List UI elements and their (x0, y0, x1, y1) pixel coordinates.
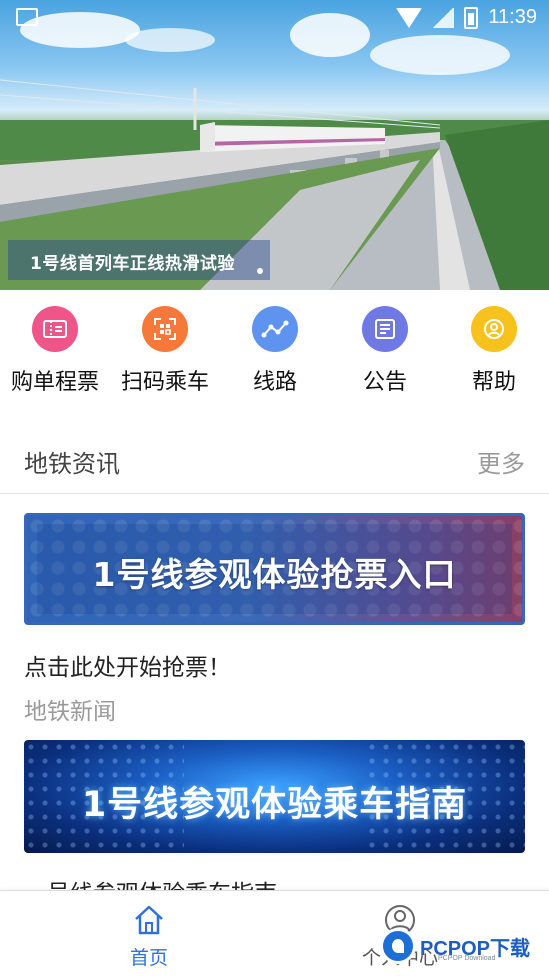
qr-scan-icon (142, 306, 188, 352)
action-label: 扫码乘车 (120, 370, 209, 395)
watermark: PCPOP下载 PCPOP Download (380, 928, 545, 970)
notice-button[interactable]: 公告 (330, 296, 440, 406)
news-image-headline: 1号线参观体验抢票入口 (92, 555, 457, 594)
route-button[interactable]: 线路 (220, 296, 330, 406)
quick-actions-row: 购单程票 扫码乘车 线路 公告 帮助 (0, 296, 549, 406)
help-button[interactable]: 帮助 (439, 296, 549, 406)
watermark-subtext: PCPOP Download (438, 955, 496, 962)
action-label: 购单程票 (10, 370, 99, 395)
news-section-header: 地铁资讯 更多 (0, 432, 549, 494)
ticket-icon (32, 306, 78, 352)
section-title: 地铁资讯 (24, 450, 120, 478)
image-notification-icon (16, 8, 38, 26)
carousel-indicator[interactable] (257, 268, 263, 274)
hero-banner[interactable]: 11:39 1号线首列车正线热滑试验 (0, 0, 549, 290)
scan-qr-button[interactable]: 扫码乘车 (110, 296, 220, 406)
action-label: 线路 (252, 370, 297, 395)
more-link[interactable]: 更多 (477, 444, 525, 479)
battery-icon (464, 6, 479, 29)
route-icon (252, 306, 298, 352)
news-title[interactable]: 点击此处开始抢票！ (24, 648, 231, 682)
news-category: 地铁新闻 (24, 699, 116, 725)
tab-label: 首页 (129, 947, 168, 969)
action-label: 公告 (362, 370, 407, 395)
help-icon (471, 306, 517, 352)
news-image-ticket-entry[interactable]: 1号线参观体验抢票入口 (24, 513, 525, 625)
tab-home[interactable]: 首页 (74, 891, 224, 976)
watermark-logo-icon (380, 928, 416, 964)
banner-caption: 1号线首列车正线热滑试验 (8, 240, 270, 280)
action-label: 帮助 (471, 370, 516, 395)
notice-icon (362, 306, 408, 352)
signal-icon (432, 7, 455, 28)
status-bar: 11:39 (0, 0, 549, 38)
news-image-headline: 1号线参观体验乘车指南 (81, 785, 468, 825)
status-time: 11:39 (488, 6, 537, 28)
buy-ticket-button[interactable]: 购单程票 (0, 296, 110, 406)
news-image-ride-guide[interactable]: 1号线参观体验乘车指南 (24, 740, 525, 853)
wifi-icon (396, 7, 423, 28)
home-icon (135, 905, 163, 935)
